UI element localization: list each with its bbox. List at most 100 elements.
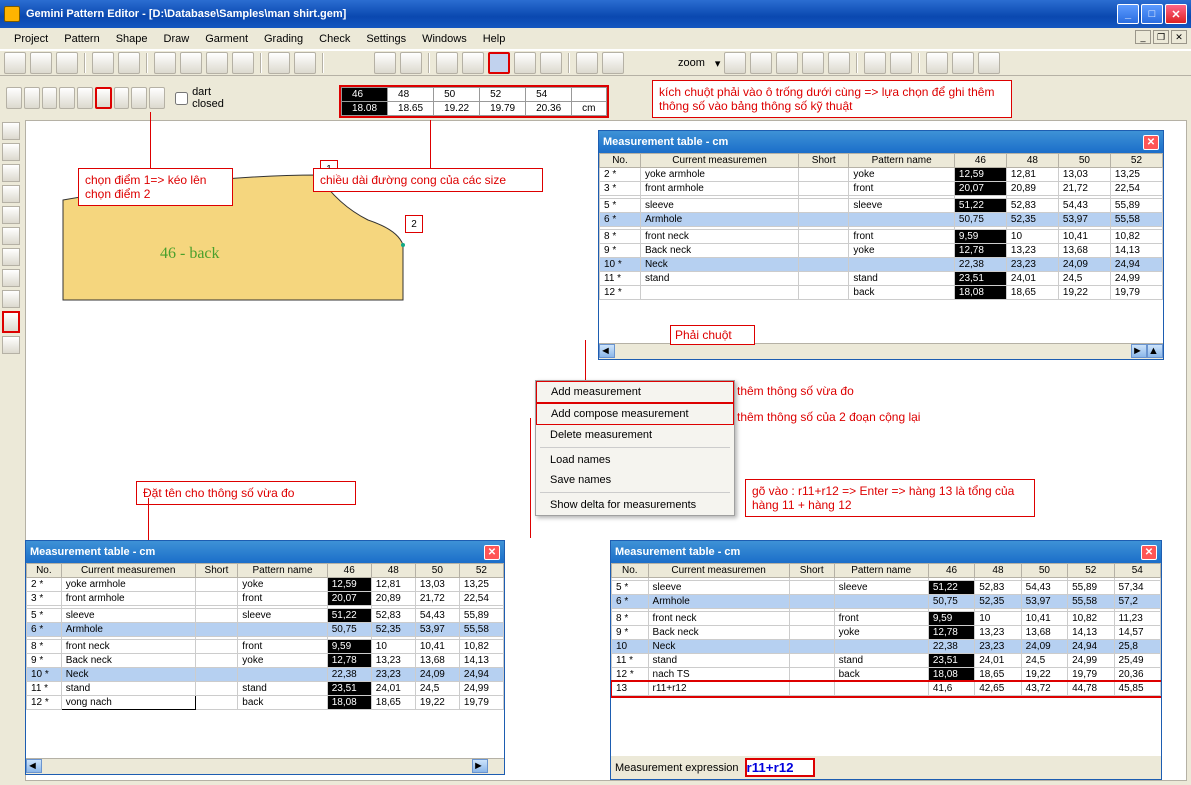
- tool-paste[interactable]: [206, 52, 228, 74]
- doc-minimize[interactable]: _: [1135, 30, 1151, 44]
- tool-grid[interactable]: [488, 52, 510, 74]
- ltool-8[interactable]: [2, 269, 20, 287]
- mtable1-title: Measurement table - cm: [603, 136, 728, 148]
- maximize-button[interactable]: □: [1141, 4, 1163, 24]
- pattern-label: 46 - back: [160, 245, 220, 263]
- measurement-table-3[interactable]: Measurement table - cm ✕ No.Current meas…: [610, 540, 1162, 780]
- menu-garment[interactable]: Garment: [197, 30, 256, 47]
- annot-name: Đặt tên cho thông số vừa đo: [136, 481, 356, 505]
- ctx-delta[interactable]: Show delta for measurements: [536, 495, 734, 515]
- ltool-tape[interactable]: [2, 311, 20, 333]
- doc-restore[interactable]: ❐: [1153, 30, 1169, 44]
- annot-curve-len: chiều dài đường cong của các size: [313, 168, 543, 192]
- mtable1-hscroll[interactable]: ◄►▲: [599, 343, 1163, 359]
- ctx-delete[interactable]: Delete measurement: [536, 425, 734, 445]
- mtable2-hscroll[interactable]: ◄►: [26, 758, 504, 774]
- tool-undo[interactable]: [92, 52, 114, 74]
- tool-redo[interactable]: [118, 52, 140, 74]
- shape-3[interactable]: [42, 87, 58, 109]
- menu-project[interactable]: Project: [6, 30, 56, 47]
- annot-formula: gõ vào : r11+r12 => Enter => hàng 13 là …: [745, 479, 1035, 517]
- ltool-pointer[interactable]: [2, 122, 20, 140]
- close-button[interactable]: ✕: [1165, 4, 1187, 24]
- menu-windows[interactable]: Windows: [414, 30, 475, 47]
- tool-f[interactable]: [514, 52, 536, 74]
- annot-right-click: kích chuột phải vào ô trống dưới cùng =>…: [652, 80, 1012, 118]
- tool-i[interactable]: [602, 52, 624, 74]
- menu-grading[interactable]: Grading: [256, 30, 311, 47]
- dart-checkbox[interactable]: [175, 92, 188, 105]
- ltool-9[interactable]: [2, 290, 20, 308]
- app-icon: [4, 6, 20, 22]
- zoom-sel[interactable]: [802, 52, 824, 74]
- ctx-load[interactable]: Load names: [536, 450, 734, 470]
- ctx-add-measurement[interactable]: Add measurement: [536, 381, 734, 403]
- tool-measure[interactable]: [400, 52, 422, 74]
- menu-draw[interactable]: Draw: [156, 30, 198, 47]
- expr-label: Measurement expression: [615, 762, 739, 774]
- title-bar: Gemini Pattern Editor - [D:\Database\Sam…: [0, 0, 1191, 28]
- tool-new[interactable]: [4, 52, 26, 74]
- doc-close[interactable]: ✕: [1171, 30, 1187, 44]
- tool-a[interactable]: [232, 52, 254, 74]
- mtable2-close[interactable]: ✕: [484, 545, 500, 560]
- menu-check[interactable]: Check: [311, 30, 358, 47]
- menu-pattern[interactable]: Pattern: [56, 30, 107, 47]
- zoom-fit[interactable]: [776, 52, 798, 74]
- measurement-table-2[interactable]: Measurement table - cm ✕ No.Current meas…: [25, 540, 505, 775]
- tool-cut[interactable]: [154, 52, 176, 74]
- shape-4[interactable]: [59, 87, 75, 109]
- tool-c[interactable]: [294, 52, 316, 74]
- dart-closed-checkbox[interactable]: dart closed: [167, 86, 232, 110]
- zoom-out[interactable]: [750, 52, 772, 74]
- tool-h[interactable]: [576, 52, 598, 74]
- shape-2[interactable]: [24, 87, 40, 109]
- zoom-in[interactable]: [724, 52, 746, 74]
- window-title: Gemini Pattern Editor - [D:\Database\Sam…: [26, 8, 346, 20]
- annot-add: thêm thông số vừa đo: [735, 382, 925, 400]
- ltool-7[interactable]: [2, 248, 20, 266]
- shape-curve[interactable]: [95, 87, 111, 109]
- mtable2-title: Measurement table - cm: [30, 546, 155, 558]
- tool-text[interactable]: [374, 52, 396, 74]
- shape-6[interactable]: [114, 87, 130, 109]
- tool-k[interactable]: [890, 52, 912, 74]
- expr-input[interactable]: [745, 758, 815, 777]
- ltool-5[interactable]: [2, 206, 20, 224]
- tool-l[interactable]: [926, 52, 948, 74]
- shape-1[interactable]: [6, 87, 22, 109]
- tool-e[interactable]: [462, 52, 484, 74]
- tool-m[interactable]: [952, 52, 974, 74]
- shape-8[interactable]: [149, 87, 165, 109]
- annot-point-select: chọn điểm 1=> kéo lên chọn điểm 2: [78, 168, 233, 206]
- shape-5[interactable]: [77, 87, 93, 109]
- ltool-6[interactable]: [2, 227, 20, 245]
- minimize-button[interactable]: _: [1117, 4, 1139, 24]
- ctx-add-compose[interactable]: Add compose measurement: [536, 403, 734, 425]
- tool-save[interactable]: [56, 52, 78, 74]
- mtable3-title: Measurement table - cm: [615, 546, 740, 558]
- mtable3-close[interactable]: ✕: [1141, 545, 1157, 560]
- ltool-4[interactable]: [2, 185, 20, 203]
- annot-right-click-short: Phải chuột: [670, 325, 755, 345]
- ltool-10[interactable]: [2, 336, 20, 354]
- menu-shape[interactable]: Shape: [108, 30, 156, 47]
- menu-help[interactable]: Help: [475, 30, 514, 47]
- shape-toolbar: dart closed: [4, 78, 234, 118]
- mtable1-close[interactable]: ✕: [1143, 135, 1159, 150]
- tool-copy[interactable]: [180, 52, 202, 74]
- tool-n[interactable]: [978, 52, 1000, 74]
- main-toolbar: zoom ▾: [0, 50, 1191, 76]
- shape-7[interactable]: [131, 87, 147, 109]
- tool-d[interactable]: [436, 52, 458, 74]
- tool-g[interactable]: [540, 52, 562, 74]
- ltool-3[interactable]: [2, 164, 20, 182]
- tool-open[interactable]: [30, 52, 52, 74]
- tool-b[interactable]: [268, 52, 290, 74]
- ltool-2[interactable]: [2, 143, 20, 161]
- menu-settings[interactable]: Settings: [358, 30, 414, 47]
- left-toolbar: [0, 120, 22, 356]
- tool-j[interactable]: [864, 52, 886, 74]
- ctx-save[interactable]: Save names: [536, 470, 734, 490]
- zoom-100[interactable]: [828, 52, 850, 74]
